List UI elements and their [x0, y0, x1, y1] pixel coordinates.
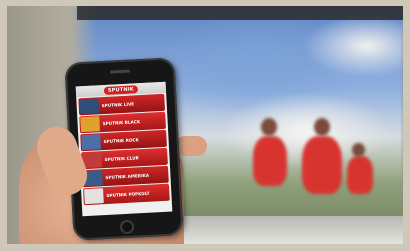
dancer — [347, 156, 373, 194]
phone: SPUTNIK SPUTNIK LIVE SPUTNIK BLACK SPUTNIK… — [64, 57, 184, 241]
station-label: SPUTNIK ROCK — [103, 137, 139, 145]
station-label: SPUTNIK POPKULT — [106, 190, 150, 198]
phone-screen: SPUTNIK SPUTNIK LIVE SPUTNIK BLACK SPUTNIK… — [75, 81, 173, 217]
station-label: SPUTNIK BLACK — [102, 119, 141, 127]
tv-stand — [177, 216, 403, 244]
photo-frame: SPUTNIK SPUTNIK LIVE SPUTNIK BLACK SPUTNIK… — [0, 0, 410, 251]
dancer — [253, 136, 287, 186]
dancer-head — [352, 143, 365, 157]
dancer-head — [314, 118, 330, 136]
station-thumbnail — [81, 134, 101, 151]
station-list: SPUTNIK LIVE SPUTNIK BLACK SPUTNIK ROCK SPU… — [76, 93, 171, 206]
dancer — [302, 136, 342, 194]
station-thumbnail — [79, 98, 100, 115]
station-item[interactable]: SPUTNIK POPKULT — [82, 183, 170, 206]
tv-bezel — [77, 6, 403, 20]
station-label: SPUTNIK AMERIKA — [105, 172, 150, 181]
station-thumbnail — [84, 188, 104, 205]
finger — [175, 136, 207, 156]
station-label: SPUTNIK LIVE — [101, 101, 135, 109]
app-logo: SPUTNIK — [103, 84, 139, 95]
station-label: SPUTNIK CLUB — [104, 155, 139, 163]
station-thumbnail — [80, 116, 101, 133]
dancer-head — [261, 118, 277, 136]
photo: SPUTNIK SPUTNIK LIVE SPUTNIK BLACK SPUTNIK… — [7, 6, 403, 244]
home-button[interactable] — [119, 219, 135, 235]
speaker-grille — [109, 69, 131, 74]
